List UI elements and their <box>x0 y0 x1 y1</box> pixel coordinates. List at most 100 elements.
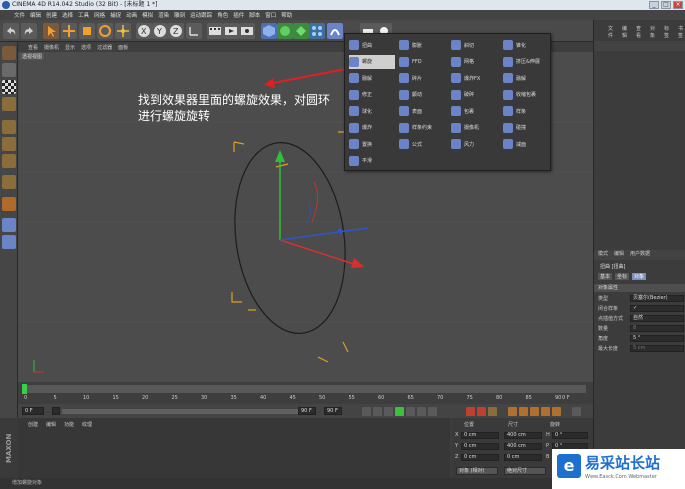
attribute-tab[interactable]: 坐标 <box>615 273 630 280</box>
viewport-menu-item[interactable]: 查看 <box>28 44 38 51</box>
scale-key-button[interactable] <box>519 407 528 416</box>
attribute-value-field[interactable]: 8 <box>630 325 684 332</box>
menu-item[interactable]: 选择 <box>62 11 73 19</box>
z-axis-lock-icon[interactable]: Z <box>168 23 184 39</box>
menu-item[interactable]: 渲染 <box>158 11 169 19</box>
object-manager-tab[interactable]: 对象 <box>650 25 658 39</box>
deformer-menu-item[interactable]: FFD <box>399 55 445 69</box>
menu-item[interactable]: 雕刻 <box>174 11 185 19</box>
attribute-tab[interactable]: 对象 <box>632 273 647 280</box>
menu-item[interactable]: 网格 <box>94 11 105 19</box>
deformer-menu-item[interactable]: 破碎 <box>451 88 497 102</box>
rotate-tool-icon[interactable] <box>97 23 113 39</box>
size-field[interactable]: 0 cm <box>504 454 542 461</box>
deformer-menu-item[interactable]: 表面 <box>399 104 445 118</box>
workplane-icon[interactable] <box>2 97 16 111</box>
material-menu-item[interactable]: 功能 <box>64 421 74 428</box>
timeline[interactable]: 0 5 10 15 20 25 30 35 40 45 50 55 60 65 70 75 80 85 90 0 F <box>18 382 593 404</box>
cube-primitive-icon[interactable] <box>261 23 277 39</box>
deformer-menu-item[interactable]: 锥化 <box>503 38 549 52</box>
start-frame-field[interactable]: 0 F <box>22 407 44 415</box>
deformer-menu-item[interactable]: 摄像机 <box>451 121 497 135</box>
deformer-menu-item[interactable]: 斜切 <box>451 38 497 52</box>
menu-item[interactable]: 捕捉 <box>110 11 121 19</box>
tweak-mode-icon[interactable] <box>2 197 16 211</box>
menu-item[interactable]: 脚本 <box>249 11 260 19</box>
attribute-tab[interactable]: 基本 <box>598 273 613 280</box>
edges-mode-icon[interactable] <box>2 137 16 151</box>
range-end-field[interactable]: 90 F <box>298 407 316 415</box>
size-field[interactable]: 400 cm <box>504 432 542 439</box>
object-manager-tab[interactable]: 编辑 <box>622 25 630 39</box>
render-view-icon[interactable] <box>207 23 223 39</box>
position-field[interactable]: 0 cm <box>461 443 499 450</box>
render-settings-icon[interactable] <box>239 23 255 39</box>
deformer-menu-item[interactable]: 融解 <box>503 71 549 85</box>
deformer-menu-item[interactable]: 挤压&伸展 <box>503 55 549 69</box>
deformer-menu-button[interactable] <box>327 23 343 39</box>
deformer-menu-item[interactable]: 螺旋 <box>349 54 395 69</box>
object-manager-tab[interactable]: 查看 <box>636 25 644 39</box>
menu-item[interactable]: 窗口 <box>265 11 276 19</box>
deformer-menu-item[interactable]: 包裹 <box>451 104 497 118</box>
live-select-icon[interactable] <box>115 23 131 39</box>
play-button[interactable] <box>395 407 404 416</box>
viewport-menu-item[interactable]: 选项 <box>81 44 91 51</box>
deformer-menu-item[interactable]: 碰撞 <box>503 121 549 135</box>
menu-item[interactable]: 角色 <box>217 11 228 19</box>
polygons-mode-icon[interactable] <box>2 154 16 168</box>
record-button[interactable] <box>466 407 475 416</box>
material-menu-item[interactable]: 编辑 <box>46 421 56 428</box>
attribute-menu-item[interactable]: 用户数据 <box>630 250 650 260</box>
rotation-key-button[interactable] <box>530 407 539 416</box>
maximize-button[interactable]: □ <box>661 1 671 9</box>
viewport-menu-item[interactable]: 过滤器 <box>97 44 112 51</box>
scale-tool-icon[interactable] <box>79 23 95 39</box>
points-mode-icon[interactable] <box>2 120 16 134</box>
deformer-menu-item[interactable]: 球化 <box>349 104 395 118</box>
next-key-button[interactable] <box>417 407 426 416</box>
menu-item[interactable]: 工具 <box>78 11 89 19</box>
menu-item[interactable]: 帮助 <box>281 11 292 19</box>
menu-item[interactable]: 动画 <box>126 11 137 19</box>
deformer-menu-item[interactable]: 风力 <box>451 137 497 151</box>
model-mode-icon[interactable] <box>2 63 16 77</box>
nurbs-icon[interactable] <box>277 23 293 39</box>
pla-key-button[interactable] <box>552 407 561 416</box>
coordinate-system-icon[interactable] <box>186 23 202 39</box>
deformer-menu-item[interactable]: 融解 <box>349 71 395 85</box>
texture-mode-icon[interactable] <box>2 80 16 94</box>
deformer-menu-item[interactable]: 样条 <box>503 104 549 118</box>
keyframe-selection-button[interactable] <box>488 407 497 416</box>
menu-item[interactable]: 运动跟踪 <box>190 11 212 19</box>
size-mode-dropdown[interactable]: 绝对尺寸 <box>504 467 546 475</box>
deformer-menu-item[interactable]: 碎片 <box>399 71 445 85</box>
render-to-picture-viewer-icon[interactable] <box>223 23 239 39</box>
deformer-menu-item[interactable]: 收缩包裹 <box>503 88 549 102</box>
deformer-menu-item[interactable]: 修正 <box>349 88 395 102</box>
deformer-menu-item[interactable]: 公式 <box>399 137 445 151</box>
menu-item[interactable]: 编辑 <box>30 11 41 19</box>
playhead-marker[interactable] <box>22 384 27 394</box>
axis-mode-icon[interactable] <box>2 175 16 189</box>
attribute-menu-item[interactable]: 模式 <box>598 250 608 260</box>
x-axis-lock-icon[interactable]: X <box>136 23 152 39</box>
position-field[interactable]: 0 cm <box>461 432 499 439</box>
deformer-menu-item[interactable]: 网格 <box>451 55 497 69</box>
position-key-button[interactable] <box>508 407 517 416</box>
make-editable-icon[interactable] <box>2 46 16 60</box>
go-to-start-button[interactable] <box>362 407 371 416</box>
close-button[interactable]: × <box>673 1 683 9</box>
redo-button[interactable] <box>21 23 37 39</box>
coordinate-mode-dropdown[interactable]: 对象 (相对) <box>456 467 498 475</box>
autokey-button[interactable] <box>477 407 486 416</box>
attribute-value-field[interactable]: 自然 <box>630 315 684 322</box>
deformer-menu-item[interactable]: 爆炸 <box>349 121 395 135</box>
object-manager-tab[interactable]: 文件 <box>608 25 616 39</box>
menu-item[interactable]: 创建 <box>46 11 57 19</box>
attribute-value-field[interactable]: 5 ° <box>630 335 684 342</box>
previous-key-button[interactable] <box>373 407 382 416</box>
timeline-menu-button[interactable] <box>572 407 581 416</box>
object-manager-tab[interactable]: 书签 <box>678 25 685 39</box>
go-to-end-button[interactable] <box>428 407 437 416</box>
